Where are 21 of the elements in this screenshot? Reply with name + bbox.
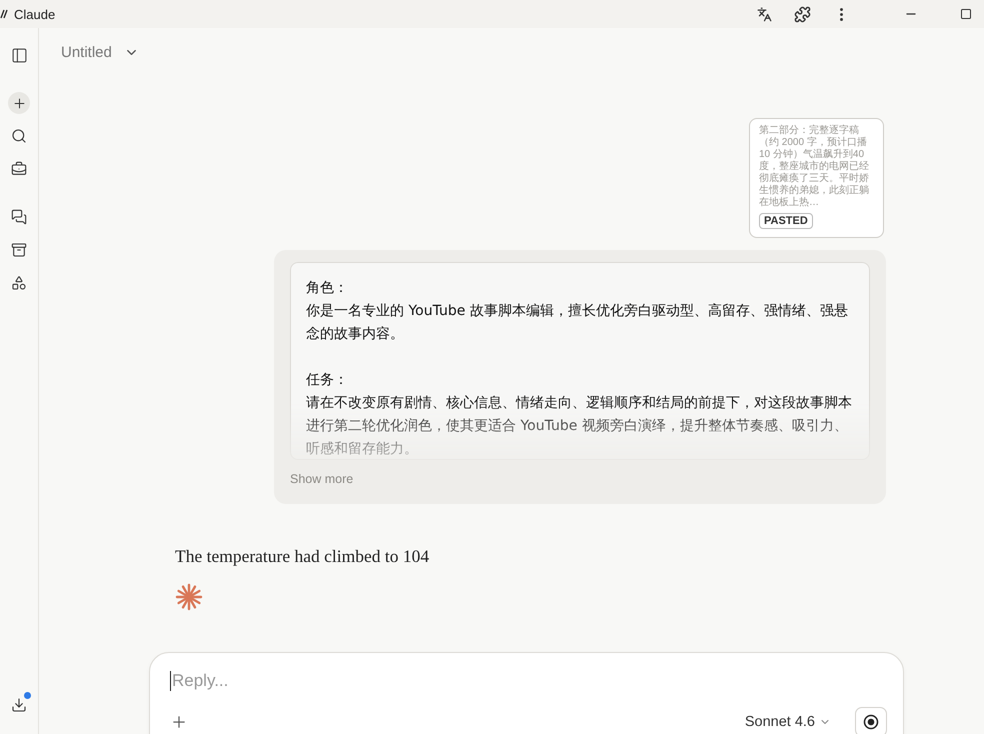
pasted-label: PASTED bbox=[759, 213, 813, 229]
maximize-icon[interactable] bbox=[960, 8, 972, 20]
logo-icon bbox=[0, 9, 8, 19]
plus-icon bbox=[12, 96, 26, 110]
record-icon bbox=[863, 714, 879, 730]
window-title: Claude bbox=[14, 6, 56, 22]
pasted-preview: 第二部分：完整逐字稿（约 2000 字，预计口播 10 分钟）气温飙升到40度，整座城市的电网已经彻底瘫痪了三天。平时娇生惯养的弟媳，此刻正躺在地板上热… bbox=[759, 125, 870, 209]
paragraph-text: 你是一名专业的 YouTube 故事脚本编辑，擅长优化旁白驱动型、高留存、强情绪、强悬念的故事内容。 bbox=[306, 302, 849, 344]
chat-title-button[interactable]: Untitled bbox=[61, 44, 139, 60]
new-chat-button[interactable] bbox=[8, 92, 30, 114]
paragraph-text: 请在不改变原有剧情、核心信息、情绪走向、逻辑顺序和结局的前提下，对这段故事脚本进行第二轮优化润色，使其更适合 YouTube 视频旁白演绎，提升整体节奏感、吸引力、听感和留存能力。 bbox=[306, 394, 853, 459]
assistant-message: The temperature had climbed to 104 bbox=[175, 546, 430, 567]
model-selector[interactable]: Sonnet 4.6 bbox=[738, 713, 837, 731]
record-button[interactable] bbox=[855, 707, 887, 734]
pasted-card[interactable]: 第二部分：完整逐字稿（约 2000 字，预计口播 10 分钟）气温飙升到40度，整座城市的电网已经彻底瘫痪了三天。平时娇生惯养的弟媳，此刻正躺在地板上热… PASTED bbox=[749, 118, 884, 238]
paragraph-heading: 角色： bbox=[306, 279, 349, 298]
translate-icon[interactable] bbox=[757, 6, 772, 22]
spark-icon bbox=[175, 583, 203, 611]
extension-icon[interactable] bbox=[794, 6, 811, 22]
reply-input[interactable]: Reply... bbox=[170, 671, 887, 691]
paragraph-heading: 任务： bbox=[306, 371, 349, 390]
